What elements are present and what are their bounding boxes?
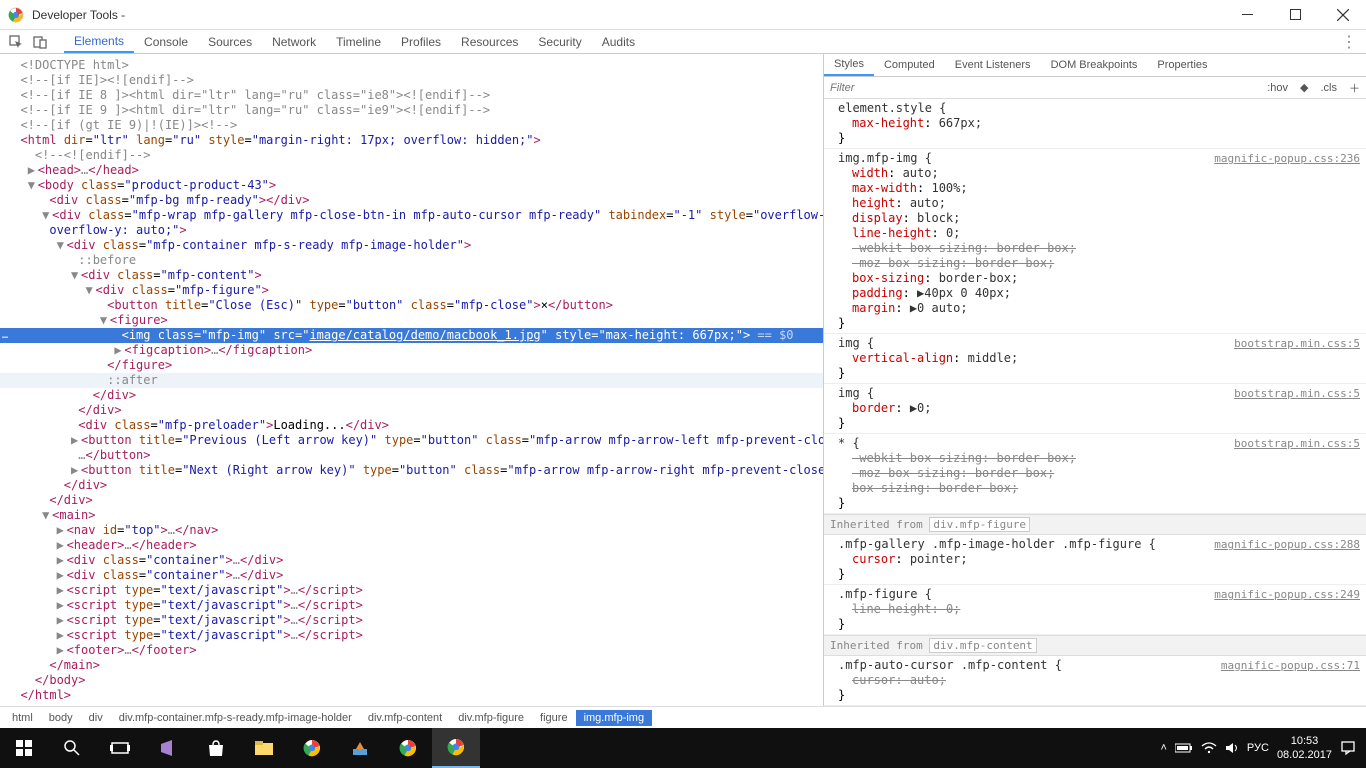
comment: <!--[if IE 8 ]><html dir="ltr" lang="ru"… bbox=[20, 88, 490, 102]
tray-battery-icon[interactable] bbox=[1175, 742, 1193, 754]
bc-figure-div[interactable]: div.mfp-figure bbox=[450, 710, 532, 726]
sidetab-computed[interactable]: Computed bbox=[874, 54, 945, 76]
windows-taskbar: ˄ РУС 10:53 08.02.2017 bbox=[0, 728, 1366, 768]
inspect-element-icon[interactable] bbox=[6, 32, 26, 52]
bc-container[interactable]: div.mfp-container.mfp-s-ready.mfp-image-… bbox=[111, 710, 360, 726]
bc-figure[interactable]: figure bbox=[532, 710, 576, 726]
start-button[interactable] bbox=[0, 728, 48, 768]
tray-notifications-icon[interactable] bbox=[1340, 740, 1356, 756]
comment: <!--[if (gt IE 9)|!(IE)]><!--> bbox=[20, 118, 237, 132]
sidetab-styles[interactable]: Styles bbox=[824, 54, 874, 76]
app-chrome2[interactable] bbox=[384, 728, 432, 768]
css-rule[interactable]: magnific-popup.css:236img.mfp-img {width… bbox=[824, 149, 1366, 334]
pseudo-after: ::after bbox=[107, 373, 158, 387]
source-link[interactable]: magnific-popup.css:71 bbox=[1221, 658, 1360, 673]
selected-dom-node[interactable]: … <img class="mfp-img" src="image/catalo… bbox=[0, 328, 823, 343]
tray-up-icon[interactable]: ˄ bbox=[1160, 742, 1166, 754]
tab-elements[interactable]: Elements bbox=[64, 30, 134, 53]
bc-div[interactable]: div bbox=[81, 710, 111, 726]
source-link[interactable]: magnific-popup.css:288 bbox=[1214, 537, 1360, 552]
sidetab-properties[interactable]: Properties bbox=[1147, 54, 1217, 76]
source-link[interactable]: bootstrap.min.css:5 bbox=[1234, 336, 1360, 351]
sidetab-eventlisteners[interactable]: Event Listeners bbox=[945, 54, 1041, 76]
app-store[interactable] bbox=[192, 728, 240, 768]
css-rule[interactable]: bootstrap.min.css:5* {-webkit-box-sizing… bbox=[824, 434, 1366, 514]
dom-breadcrumb: html body div div.mfp-container.mfp-s-re… bbox=[0, 706, 1366, 728]
source-link[interactable]: bootstrap.min.css:5 bbox=[1234, 436, 1360, 451]
app-chrome-active[interactable] bbox=[432, 728, 480, 768]
css-rule[interactable]: element.style {max-height: 667px;} bbox=[824, 99, 1366, 149]
comment: <!--[if IE]><![endif]--> bbox=[20, 73, 193, 87]
app-vs[interactable] bbox=[144, 728, 192, 768]
bc-html[interactable]: html bbox=[4, 710, 41, 726]
tray-lang[interactable]: РУС bbox=[1247, 742, 1269, 754]
minimize-button[interactable] bbox=[1232, 5, 1262, 25]
doctype: <!DOCTYPE html> bbox=[20, 58, 128, 72]
pin-icon[interactable]: ◆ bbox=[1294, 81, 1314, 94]
tray-clock[interactable]: 10:53 08.02.2017 bbox=[1277, 734, 1332, 762]
bc-content[interactable]: div.mfp-content bbox=[360, 710, 450, 726]
tray-wifi-icon[interactable] bbox=[1201, 742, 1217, 754]
source-link[interactable]: magnific-popup.css:236 bbox=[1214, 151, 1360, 166]
device-mode-icon[interactable] bbox=[30, 32, 50, 52]
comment: <!--[if IE 9 ]><html dir="ltr" lang="ru"… bbox=[20, 103, 490, 117]
css-rule[interactable]: magnific-popup.css:249.mfp-figure {line-… bbox=[824, 585, 1366, 635]
tab-timeline[interactable]: Timeline bbox=[326, 30, 391, 53]
tray-sound-icon[interactable] bbox=[1225, 741, 1239, 755]
app-chrome1[interactable] bbox=[288, 728, 336, 768]
tab-resources[interactable]: Resources bbox=[451, 30, 528, 53]
tab-profiles[interactable]: Profiles bbox=[391, 30, 451, 53]
chrome-icon bbox=[8, 7, 24, 23]
window-title: Developer Tools - bbox=[32, 8, 1232, 22]
add-rule-icon[interactable]: ＋ bbox=[1343, 80, 1366, 96]
tab-sources[interactable]: Sources bbox=[198, 30, 262, 53]
search-icon[interactable] bbox=[48, 728, 96, 768]
inherited-from: Inherited from div.mfp-content bbox=[824, 635, 1366, 656]
app-misc[interactable] bbox=[336, 728, 384, 768]
taskview-icon[interactable] bbox=[96, 728, 144, 768]
bc-body[interactable]: body bbox=[41, 710, 81, 726]
styles-filter-input[interactable] bbox=[824, 80, 1261, 96]
close-button[interactable] bbox=[1328, 5, 1358, 25]
inherited-from: Inherited from div.mfp-figure bbox=[824, 514, 1366, 535]
bc-img[interactable]: img.mfp-img bbox=[576, 710, 653, 726]
sidetab-dombreakpoints[interactable]: DOM Breakpoints bbox=[1041, 54, 1148, 76]
source-link[interactable]: magnific-popup.css:249 bbox=[1214, 587, 1360, 602]
tab-audits[interactable]: Audits bbox=[592, 30, 645, 53]
titlebar: Developer Tools - bbox=[0, 0, 1366, 30]
tab-network[interactable]: Network bbox=[262, 30, 326, 53]
cls-toggle[interactable]: .cls bbox=[1315, 82, 1344, 94]
css-rule[interactable]: magnific-popup.css:288.mfp-gallery .mfp-… bbox=[824, 535, 1366, 585]
devtools-tabs: Elements Console Sources Network Timelin… bbox=[0, 30, 1366, 54]
css-rule[interactable]: magnific-popup.css:71.mfp-auto-cursor .m… bbox=[824, 656, 1366, 706]
hov-toggle[interactable]: :hov bbox=[1261, 82, 1294, 94]
css-rule[interactable]: bootstrap.min.css:5img {vertical-align: … bbox=[824, 334, 1366, 384]
more-menu-icon[interactable]: ⋮ bbox=[1341, 32, 1358, 52]
comment: <!--<![endif]--> bbox=[35, 148, 151, 162]
tab-security[interactable]: Security bbox=[528, 30, 591, 53]
tab-console[interactable]: Console bbox=[134, 30, 198, 53]
app-explorer[interactable] bbox=[240, 728, 288, 768]
pseudo-before: ::before bbox=[78, 253, 136, 267]
dom-tree[interactable]: <!DOCTYPE html> <!--[if IE]><![endif]-->… bbox=[0, 54, 823, 706]
css-rule[interactable]: bootstrap.min.css:5img {border: ▶0;} bbox=[824, 384, 1366, 434]
maximize-button[interactable] bbox=[1280, 5, 1310, 25]
source-link[interactable]: bootstrap.min.css:5 bbox=[1234, 386, 1360, 401]
styles-panel: Styles Computed Event Listeners DOM Brea… bbox=[823, 54, 1366, 706]
